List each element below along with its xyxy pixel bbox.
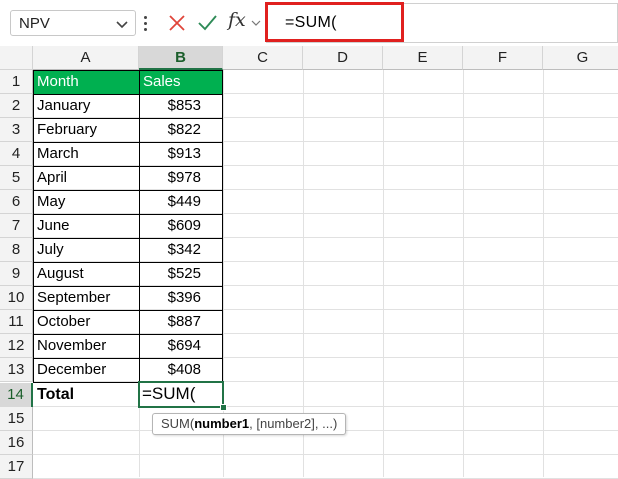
row-header[interactable]: 1: [0, 70, 33, 94]
select-all-corner[interactable]: [0, 46, 33, 70]
column-header-d[interactable]: D: [303, 46, 383, 70]
tooltip-arg-current[interactable]: number1: [194, 416, 249, 431]
cancel-icon[interactable]: [168, 14, 186, 32]
gridline: [463, 70, 464, 477]
cell-sales[interactable]: $396: [139, 286, 223, 310]
row-header[interactable]: 3: [0, 118, 33, 142]
cell-month[interactable]: September: [33, 286, 139, 310]
header-cell-sales[interactable]: Sales: [139, 70, 223, 94]
column-header-e[interactable]: E: [383, 46, 463, 70]
row-header[interactable]: 2: [0, 94, 33, 118]
row-header[interactable]: 8: [0, 238, 33, 262]
column-header-g[interactable]: G: [543, 46, 618, 70]
chevron-down-icon[interactable]: [251, 18, 261, 28]
cell-month[interactable]: December: [33, 358, 139, 382]
formula-bar: NPV fx =SUM(: [0, 0, 618, 46]
row-header[interactable]: 10: [0, 286, 33, 310]
row-header[interactable]: 13: [0, 358, 33, 382]
cell-month[interactable]: October: [33, 310, 139, 334]
cell-sales[interactable]: $913: [139, 142, 223, 166]
cell-sales[interactable]: $853: [139, 94, 223, 118]
highlight-box: [265, 2, 404, 42]
gridline: [543, 70, 544, 477]
cell-month[interactable]: February: [33, 118, 139, 142]
tooltip-args-rest: , [number2], ...): [249, 416, 338, 431]
cell-month[interactable]: May: [33, 190, 139, 214]
function-tooltip[interactable]: SUM(number1, [number2], ...): [152, 413, 347, 435]
gridline: [33, 454, 618, 455]
row-header[interactable]: 14: [0, 383, 33, 408]
name-box-value: NPV: [19, 15, 50, 32]
column-header-a[interactable]: A: [33, 46, 139, 70]
cell-month[interactable]: January: [33, 94, 139, 118]
chevron-down-icon[interactable]: [115, 17, 129, 31]
cell-sales[interactable]: $408: [139, 358, 223, 382]
cell-sales[interactable]: $525: [139, 262, 223, 286]
cell-sales[interactable]: $978: [139, 166, 223, 190]
tooltip-fn: SUM(: [161, 416, 195, 431]
row-header[interactable]: 12: [0, 334, 33, 358]
row-header[interactable]: 7: [0, 214, 33, 238]
cell-month[interactable]: March: [33, 142, 139, 166]
cell-sales[interactable]: $342: [139, 238, 223, 262]
name-box[interactable]: NPV: [10, 10, 136, 36]
enter-check-icon[interactable]: [197, 13, 217, 33]
header-cell-month[interactable]: Month: [33, 70, 139, 94]
row-header[interactable]: 17: [0, 455, 33, 479]
row-header[interactable]: 4: [0, 142, 33, 166]
row-header[interactable]: 5: [0, 166, 33, 190]
row-header[interactable]: 16: [0, 431, 33, 455]
row-header[interactable]: 11: [0, 310, 33, 334]
row-header[interactable]: 9: [0, 262, 33, 286]
cell-sales[interactable]: $887: [139, 310, 223, 334]
gridline: [383, 70, 384, 477]
row-header[interactable]: 6: [0, 190, 33, 214]
more-options-icon[interactable]: [144, 16, 148, 32]
cell-month[interactable]: November: [33, 334, 139, 358]
spreadsheet-grid[interactable]: A B C D E F G 1 2 3 4 5 6 7 8 9 10 11 12 13 14 15 16 17 …: [0, 46, 618, 479]
cell-sales[interactable]: $449: [139, 190, 223, 214]
cell-sales[interactable]: $694: [139, 334, 223, 358]
row-header[interactable]: 15: [0, 407, 33, 431]
cell-month[interactable]: August: [33, 262, 139, 286]
active-cell-formula: =SUM(: [142, 384, 196, 403]
cell-sales[interactable]: $822: [139, 118, 223, 142]
column-header-b[interactable]: B: [139, 46, 223, 70]
cell-month[interactable]: June: [33, 214, 139, 238]
cell-sales[interactable]: $609: [139, 214, 223, 238]
cell-total-label[interactable]: Total: [33, 383, 139, 407]
column-header-c[interactable]: C: [223, 46, 303, 70]
fill-handle[interactable]: [220, 404, 227, 411]
cell-month[interactable]: April: [33, 166, 139, 190]
column-header-f[interactable]: F: [463, 46, 543, 70]
insert-function-icon[interactable]: fx: [228, 9, 246, 31]
cell-month[interactable]: July: [33, 238, 139, 262]
